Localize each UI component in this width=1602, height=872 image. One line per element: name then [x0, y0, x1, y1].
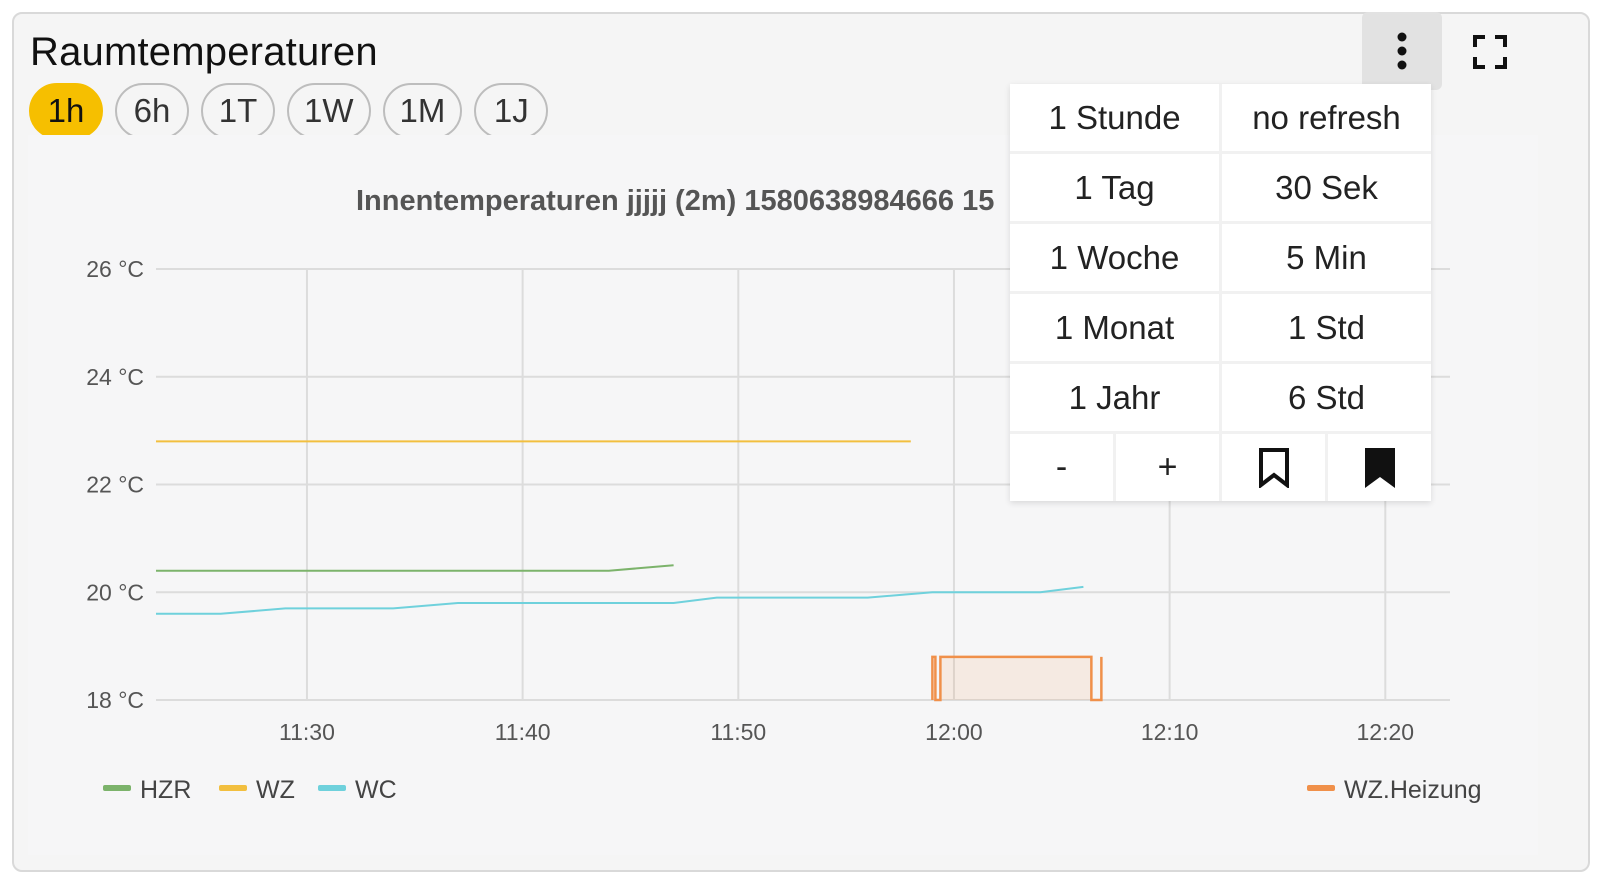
period-1-tag[interactable]: 1 Tag	[1010, 154, 1219, 221]
legend-swatch-wz-heizung	[1307, 785, 1335, 791]
fullscreen-button[interactable]	[1462, 22, 1518, 82]
period-1-monat[interactable]: 1 Monat	[1010, 294, 1219, 361]
y-tick-label: 24 °C	[86, 364, 144, 390]
range-1j-button[interactable]: 1J	[474, 83, 549, 139]
more-vertical-icon	[1397, 32, 1407, 70]
bookmark-filled-icon	[1364, 447, 1395, 488]
chart-legend: HZR WZ WC WZ.Heizung	[103, 776, 1482, 804]
period-1-woche[interactable]: 1 Woche	[1010, 224, 1219, 291]
x-axis-ticks: 11:30 11:40 11:50 12:00 12:10 12:20	[279, 719, 1414, 745]
legend-label-wz-heizung: WZ.Heizung	[1344, 776, 1482, 804]
bookmark-outline-button[interactable]	[1222, 434, 1325, 501]
refresh-5-min[interactable]: 5 Min	[1222, 224, 1431, 291]
range-1t-button[interactable]: 1T	[201, 83, 275, 139]
period-1-stunde[interactable]: 1 Stunde	[1010, 84, 1219, 151]
more-menu-button[interactable]	[1362, 12, 1442, 90]
chart-title: Innentemperaturen jjjjj (2m) 15806389846…	[356, 185, 994, 217]
refresh-none[interactable]: no refresh	[1222, 84, 1431, 151]
period-refresh-dropdown: 1 Stunde no refresh 1 Tag 30 Sek 1 Woche…	[1010, 84, 1431, 501]
heater-fill	[940, 656, 1092, 700]
zoom-out-button[interactable]: -	[1010, 434, 1113, 501]
period-1-jahr[interactable]: 1 Jahr	[1010, 364, 1219, 431]
x-tick-label: 12:10	[1141, 719, 1199, 745]
bookmark-outline-icon	[1258, 447, 1289, 488]
series-wc	[156, 585, 1084, 615]
legend-label-wc: WC	[355, 776, 397, 804]
series-wz-heizung	[931, 655, 1103, 702]
x-tick-label: 11:30	[279, 719, 335, 745]
range-1w-button[interactable]: 1W	[287, 83, 371, 139]
x-tick-label: 12:20	[1357, 719, 1415, 745]
y-tick-label: 18 °C	[86, 687, 144, 713]
legend-swatch-wc	[318, 785, 346, 791]
zoom-in-button[interactable]: +	[1116, 434, 1219, 501]
legend-swatch-wz	[219, 785, 247, 791]
x-tick-label: 11:50	[710, 719, 766, 745]
refresh-6-std[interactable]: 6 Std	[1222, 364, 1431, 431]
series-hzr	[156, 564, 674, 572]
bookmark-filled-button[interactable]	[1328, 434, 1431, 501]
fullscreen-icon	[1473, 35, 1507, 69]
range-1h-button[interactable]: 1h	[29, 83, 103, 139]
legend-label-hzr: HZR	[140, 776, 191, 804]
legend-label-wz: WZ	[256, 776, 295, 804]
chart-series	[156, 440, 1084, 615]
y-axis-ticks: 18 °C 20 °C 22 °C 24 °C 26 °C	[86, 256, 144, 713]
y-tick-label: 26 °C	[86, 256, 144, 282]
refresh-1-std[interactable]: 1 Std	[1222, 294, 1431, 361]
legend-swatch-hzr	[103, 785, 131, 791]
y-tick-label: 22 °C	[86, 472, 144, 498]
y-tick-label: 20 °C	[86, 579, 144, 605]
range-selector: 1h 6h 1T 1W 1M 1J	[29, 83, 549, 139]
x-tick-label: 12:00	[925, 719, 983, 745]
refresh-30-sek[interactable]: 30 Sek	[1222, 154, 1431, 221]
range-6h-button[interactable]: 6h	[115, 83, 189, 139]
card-title: Raumtemperaturen	[30, 30, 378, 74]
x-tick-label: 11:40	[495, 719, 551, 745]
range-1m-button[interactable]: 1M	[382, 83, 463, 139]
